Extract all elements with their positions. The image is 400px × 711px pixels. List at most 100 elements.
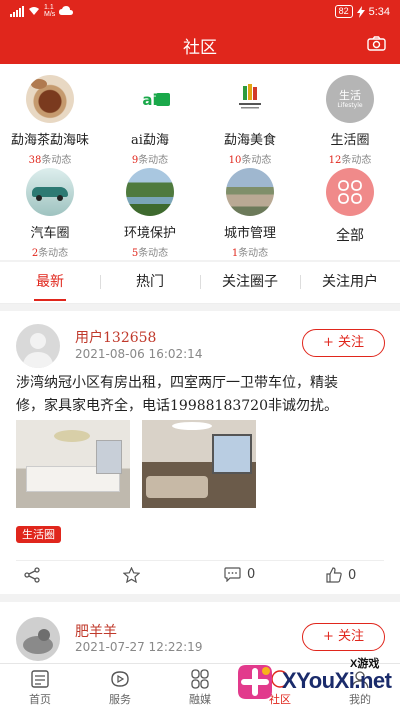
svg-text:ai: ai	[142, 91, 157, 109]
circle-item-tea[interactable]: 勐海茶勐海味 38条动态	[0, 75, 100, 166]
home-icon	[31, 670, 49, 688]
circle-item-car[interactable]: 汽车圈 2条动态	[0, 168, 100, 259]
count-suffix: 条动态	[138, 155, 169, 166]
logo-subtext: Lifestyle	[337, 102, 363, 109]
circle-name: 勐海茶勐海味	[10, 133, 89, 148]
comment-icon	[224, 567, 241, 582]
ai-menghai-logo: ai	[126, 75, 174, 123]
circle-name: 全部	[336, 228, 364, 244]
post-text-line: 涉湾纳冠小区有房出租，四室两厅一卫带车位，精装	[16, 375, 338, 391]
speed-value: 1.1	[44, 4, 54, 11]
post-image[interactable]	[142, 420, 256, 508]
post-actions: 0 0	[16, 560, 384, 592]
circle-item-food[interactable]: 勐海美食 10条动态	[200, 75, 300, 166]
circle-tag[interactable]: 生活圈	[16, 526, 61, 543]
speed-unit: M/s	[44, 11, 56, 18]
count-suffix: 条动态	[41, 155, 72, 166]
circle-count: 1条动态	[200, 244, 300, 259]
circle-name: ai勐海	[131, 133, 169, 148]
network-speed: 1.1 M/s	[44, 4, 55, 18]
circle-count: 12条动态	[300, 151, 400, 166]
circle-grid: 勐海茶勐海味 38条动态 ai ai勐海 9条动态 勐海美食 10条动态 生活 …	[0, 64, 400, 260]
nav-label: 首页	[29, 693, 51, 706]
tab-latest[interactable]: 最新	[0, 262, 100, 303]
nav-home[interactable]: 首页	[0, 664, 80, 711]
food-logo	[226, 75, 274, 123]
gamepad-logo-icon	[238, 665, 272, 699]
circle-item-all[interactable]: 全部	[300, 168, 400, 245]
life-circle-logo: 生活 Lifestyle	[326, 75, 374, 123]
circle-count: 5条动态	[100, 244, 200, 259]
circle-item-city[interactable]: 城市管理 1条动态	[200, 168, 300, 259]
count-value: 38	[28, 155, 42, 166]
tab-followed-circles[interactable]: 关注圈子	[200, 262, 300, 303]
circle-count: 10条动态	[200, 151, 300, 166]
share-button[interactable]	[24, 567, 40, 583]
avatar[interactable]	[16, 617, 60, 661]
all-grid-icon	[326, 168, 374, 216]
circle-name: 环境保护	[123, 226, 176, 241]
service-icon	[111, 671, 129, 687]
charging-icon	[356, 5, 365, 18]
signal-icon	[10, 5, 24, 17]
circle-item-environment[interactable]: 环境保护 5条动态	[100, 168, 200, 259]
logo-text: 生活	[339, 89, 361, 102]
tab-followed-users[interactable]: 关注用户	[300, 262, 400, 303]
app-header: 社区	[0, 24, 400, 64]
post-text-line: 修，家具家电齐全，电话19988183720非诚勿扰。	[16, 398, 338, 414]
nav-label: 融媒	[189, 693, 211, 706]
count-value: 12	[328, 155, 342, 166]
camera-icon[interactable]	[367, 36, 386, 51]
post-text[interactable]: 涉湾纳冠小区有房出租，四室两厅一卫带车位，精装 修，家具家电齐全，电话19988…	[16, 372, 388, 418]
battery-level: 82	[334, 5, 353, 18]
page-title: 社区	[183, 38, 217, 58]
comment-button[interactable]: 0	[224, 567, 255, 582]
comment-count: 0	[247, 567, 256, 582]
post-time: 2021-08-06 16:02:14	[75, 347, 203, 361]
post-image[interactable]	[16, 420, 130, 508]
nav-service[interactable]: 服务	[80, 664, 160, 711]
avatar[interactable]	[16, 324, 60, 368]
tea-photo	[26, 75, 74, 123]
like-count: 0	[348, 567, 357, 583]
circle-name: 城市管理	[223, 226, 276, 241]
circle-name: 勐海美食	[223, 133, 276, 148]
post-username[interactable]: 肥羊羊	[75, 621, 117, 641]
star-icon	[123, 567, 140, 583]
wifi-icon	[29, 7, 39, 15]
river-photo	[126, 168, 174, 216]
watermark-big-text: XYouXi.net	[282, 668, 392, 693]
follow-button[interactable]: + 关注	[302, 623, 385, 651]
circle-count: 38条动态	[0, 151, 100, 166]
circle-count: 2条动态	[0, 244, 100, 259]
count-suffix: 条动态	[138, 248, 169, 259]
car-photo	[26, 168, 74, 216]
clock: 5:34	[368, 5, 390, 18]
count-suffix: 条动态	[238, 248, 269, 259]
share-icon	[24, 567, 40, 583]
circle-name: 汽车圈	[30, 226, 70, 241]
favorite-button[interactable]	[123, 567, 140, 583]
nav-label: 服务	[109, 693, 131, 706]
cloud-icon	[59, 6, 74, 15]
tab-hot[interactable]: 热门	[100, 262, 200, 303]
follow-button[interactable]: + 关注	[302, 329, 385, 357]
site-watermark: X游戏 XYouXi.net	[232, 655, 400, 711]
circle-item-ai-menghai[interactable]: ai ai勐海 9条动态	[100, 75, 200, 166]
count-suffix: 条动态	[341, 155, 372, 166]
count-suffix: 条动态	[38, 248, 69, 259]
thumbs-up-icon	[326, 567, 342, 583]
post-time: 2021-07-27 12:22:19	[75, 640, 203, 654]
circle-count: 9条动态	[100, 151, 200, 166]
like-button[interactable]: 0	[326, 567, 356, 583]
count-value: 10	[228, 155, 242, 166]
nav-media[interactable]: 融媒	[160, 664, 240, 711]
post-username[interactable]: 用户132658	[75, 327, 156, 347]
city-photo	[226, 168, 274, 216]
circle-item-life[interactable]: 生活 Lifestyle 生活圈 12条动态	[300, 75, 400, 166]
count-suffix: 条动态	[241, 155, 272, 166]
status-bar: 1.1 M/s 82 5:34	[0, 0, 400, 24]
feed-tabs: 最新 热门 关注圈子 关注用户	[0, 262, 400, 304]
media-icon	[191, 669, 209, 689]
circle-name: 生活圈	[330, 133, 370, 148]
